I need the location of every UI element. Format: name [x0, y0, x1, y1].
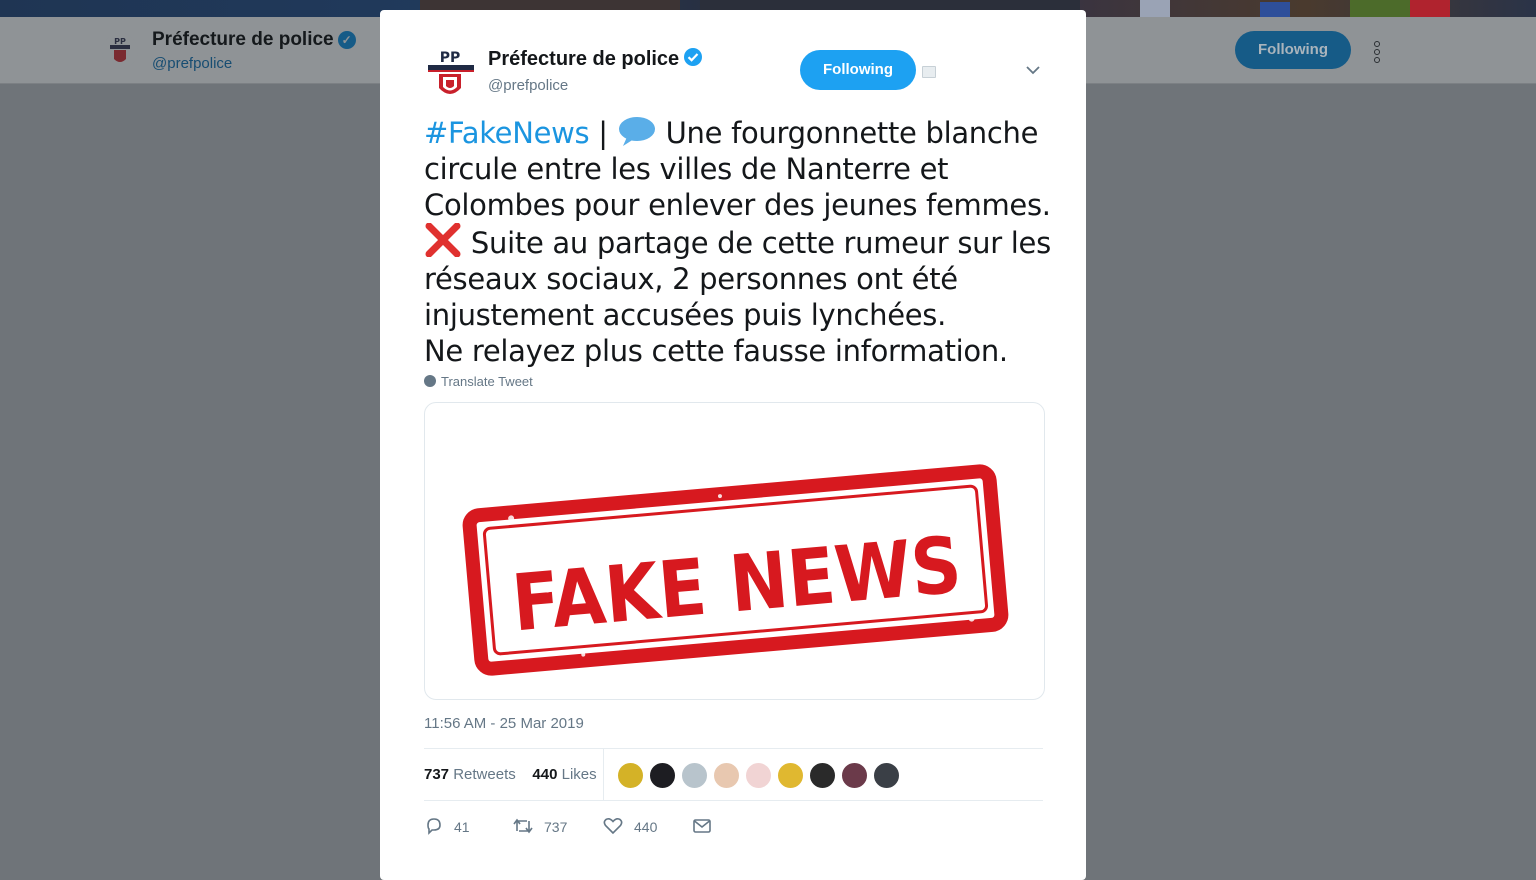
author-avatar[interactable]: PP	[424, 48, 478, 104]
tweet-stats: 737 Retweets 440 Likes	[424, 766, 597, 783]
heart-icon	[603, 818, 623, 835]
liker-avatar[interactable]	[809, 762, 836, 789]
chevron-down-icon[interactable]	[1026, 66, 1040, 75]
author-name[interactable]: Préfecture de police	[488, 47, 703, 71]
retweets-stat[interactable]: 737 Retweets	[424, 766, 516, 783]
retweet-button[interactable]: 737	[512, 816, 567, 836]
likes-stat[interactable]: 440 Likes	[532, 766, 596, 783]
liker-avatar[interactable]	[681, 762, 708, 789]
reply-icon	[427, 818, 441, 835]
profile-logo-icon[interactable]: PP	[102, 33, 138, 69]
mail-icon	[693, 819, 711, 833]
dm-icon[interactable]	[922, 66, 936, 78]
globe-icon	[424, 375, 436, 387]
profile-name[interactable]: Préfecture de police ✓	[152, 29, 356, 51]
translate-tweet-link[interactable]: Translate Tweet	[424, 374, 533, 389]
verified-badge-icon: ✓	[337, 31, 356, 49]
tweet-line-2: Suite au partage de cette rumeur sur les…	[424, 226, 1051, 332]
liker-avatar[interactable]	[777, 762, 804, 789]
profile-handle[interactable]: @prefpolice	[152, 55, 232, 72]
separator: |	[598, 116, 608, 150]
tweet-line-3: Ne relayez plus cette fausse information…	[424, 334, 1008, 368]
direct-message-button[interactable]	[692, 816, 722, 836]
cross-mark-icon	[425, 223, 461, 257]
like-button[interactable]: 440	[602, 816, 657, 836]
translate-label: Translate Tweet	[441, 374, 533, 389]
reply-button[interactable]: 41	[424, 816, 470, 836]
like-count: 440	[634, 819, 658, 835]
divider	[424, 748, 1043, 749]
liker-avatar[interactable]	[841, 762, 868, 789]
tweet-modal: PP Préfecture de police @prefpolice Foll…	[380, 10, 1086, 880]
liker-avatar[interactable]	[713, 762, 740, 789]
svg-text:PP: PP	[440, 50, 461, 66]
more-vertical-icon[interactable]	[1374, 41, 1382, 65]
author-handle[interactable]: @prefpolice	[488, 77, 568, 94]
speech-balloon-icon	[618, 117, 655, 146]
liker-avatar[interactable]	[649, 762, 676, 789]
svg-text:PP: PP	[114, 37, 126, 46]
tweet-timestamp[interactable]: 11:56 AM - 25 Mar 2019	[424, 715, 584, 732]
retweet-count: 737	[544, 819, 568, 835]
fake-news-stamp-image: FAKE NEWS	[462, 464, 1009, 676]
profile-following-button[interactable]: Following	[1235, 31, 1351, 69]
following-button[interactable]: Following	[800, 50, 916, 90]
divider	[603, 749, 604, 800]
tweet-text: #FakeNews | Une fourgonnette blanche cir…	[424, 115, 1064, 369]
retweet-icon	[513, 818, 533, 834]
liker-avatar[interactable]	[873, 762, 900, 789]
hashtag-link[interactable]: #FakeNews	[424, 116, 590, 150]
liker-avatar[interactable]	[617, 762, 644, 789]
verified-badge-icon	[684, 48, 703, 66]
liker-avatar[interactable]	[745, 762, 772, 789]
reply-count: 41	[454, 819, 470, 835]
tweet-image[interactable]: FAKE NEWS	[424, 402, 1045, 700]
divider	[424, 800, 1043, 801]
